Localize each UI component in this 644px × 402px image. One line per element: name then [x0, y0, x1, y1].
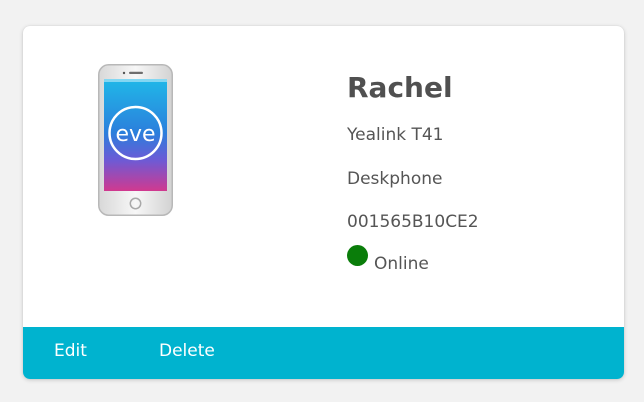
mobile-phone-image: eve [98, 64, 173, 216]
device-model: Yealink T41 [347, 125, 444, 145]
device-status: Online [347, 245, 429, 274]
card-actions-bar: Edit Delete [23, 327, 624, 379]
device-type: Deskphone [347, 169, 443, 189]
device-status-text: Online [374, 253, 429, 274]
delete-button[interactable]: Delete [159, 341, 215, 361]
phone-logo-text: eve [115, 122, 155, 147]
status-dot-icon [347, 245, 368, 266]
device-mac-address: 001565B10CE2 [347, 212, 479, 232]
edit-button[interactable]: Edit [54, 341, 87, 361]
device-card: eve Rachel Yealink T41 Deskphone 001565B… [23, 26, 624, 379]
device-name: Rachel [347, 71, 453, 104]
device-image: eve [98, 64, 173, 216]
